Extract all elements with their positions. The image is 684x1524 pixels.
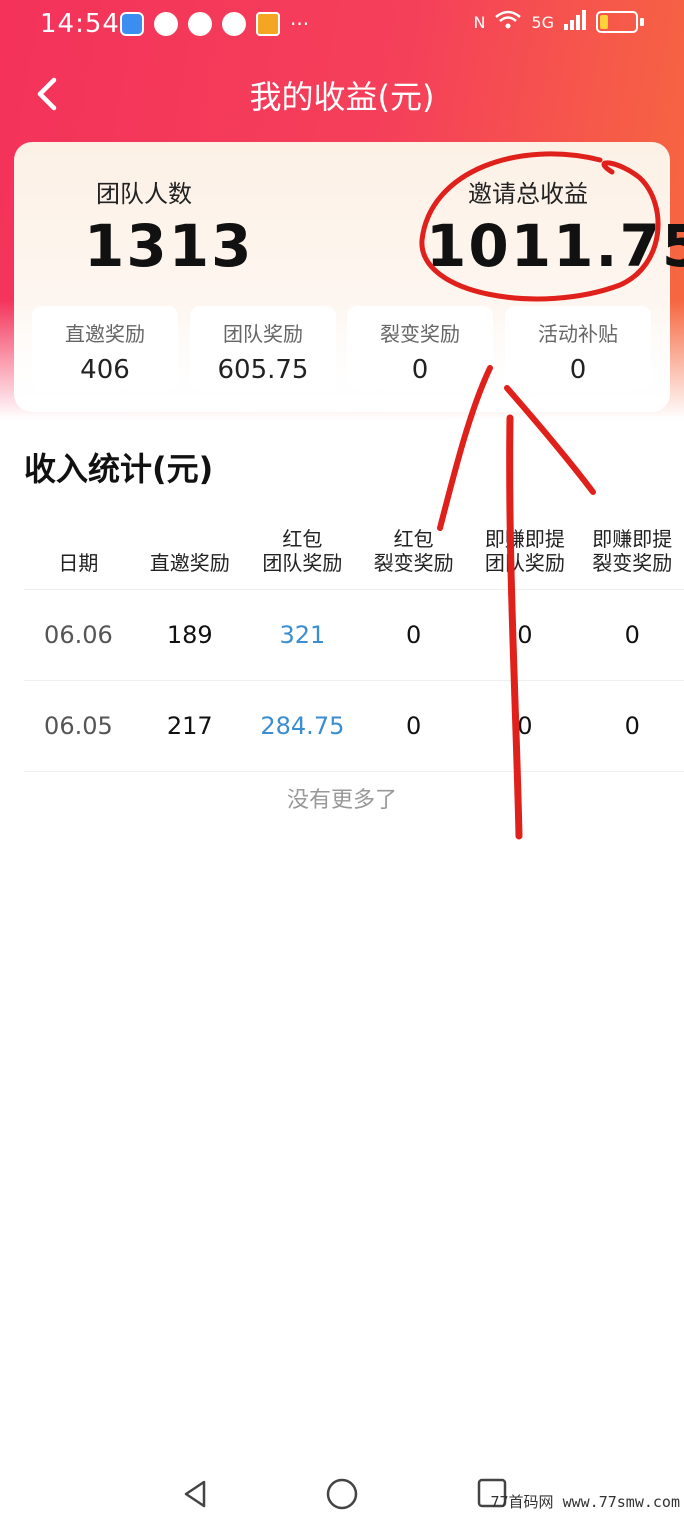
table-cell-link[interactable]: 321 [246,589,358,681]
team-count-value: 1313 [84,212,254,280]
reward-label: 直邀奖励 [65,322,145,346]
wifi-icon [495,10,522,34]
table-row: 06.05 217 284.75 0 0 0 [24,680,684,772]
nav-home-button[interactable] [322,1474,362,1514]
nav-back-button[interactable] [176,1474,216,1514]
circle-home-icon [326,1478,358,1510]
column-header: 红包 裂变奖励 [373,527,454,575]
browser-app-icon [120,12,144,36]
column-header: 即赚即提 裂变奖励 [592,527,673,575]
column-header: 红包 团队奖励 [262,527,343,575]
reward-value: 406 [80,355,130,385]
table-cell-link[interactable]: 284.75 [246,680,358,772]
system-icons: N 5G [473,10,644,34]
table-cell: 0 [580,680,684,772]
more-notifications-icon: ··· [290,12,310,36]
reward-value: 605.75 [217,355,309,385]
reward-label: 活动补贴 [538,322,618,346]
app-notification-icon [256,12,280,36]
reward-value: 0 [411,355,429,385]
column-header: 直邀奖励 [149,551,230,575]
income-stats-title: 收入统计(元) [24,450,214,488]
system-nav-bar: 77首码网 www.77smw.com [0,1474,684,1524]
table-cell: 217 [132,680,247,772]
status-bar: 14:54 ··· N 5G [0,0,684,52]
income-stats-table: 日期 直邀奖励 红包 团队奖励 红包 裂变奖励 即赚即提 团队奖励 即赚即提 裂变奖励 … [24,504,684,772]
table-cell: 0 [469,680,581,772]
status-time: 14:54 [40,9,120,39]
watermark-text: 77首码网 www.77smw.com [490,1493,681,1511]
network-type-label: 5G [531,12,554,32]
table-cell: 0 [357,680,470,772]
page-title: 我的收益(元) [249,78,435,116]
table-cell: 0 [357,589,470,681]
table-cell: 0 [469,589,581,681]
team-count-label: 团队人数 [96,180,192,208]
message-bubble-icon [222,12,246,36]
table-cell: 189 [132,589,247,681]
total-income-value: 1011.75 [426,212,684,280]
battery-icon [596,11,638,33]
nfc-icon: N [473,12,486,32]
column-header: 即赚即提 团队奖励 [484,527,565,575]
table-header-row: 日期 直邀奖励 红包 团队奖励 红包 裂变奖励 即赚即提 团队奖励 即赚即提 裂变奖励 [24,504,684,590]
triangle-back-icon [184,1480,206,1508]
total-income-label: 邀请总收益 [468,180,588,208]
reward-value: 0 [569,355,587,385]
no-more-text: 没有更多了 [286,788,397,813]
date-cell: 06.05 [24,680,133,772]
reward-fission-tile[interactable]: 裂变奖励 0 [347,306,493,390]
column-header: 日期 [58,551,99,575]
date-cell: 06.06 [24,589,133,681]
table-row: 06.06 189 321 0 0 0 [24,589,684,681]
reward-direct-tile[interactable]: 直邀奖励 406 [32,306,178,390]
reward-activity-tile[interactable]: 活动补贴 0 [505,306,651,390]
table-cell: 0 [580,589,684,681]
notification-icons: ··· [120,12,309,36]
battery-tip [640,18,644,26]
reward-label: 裂变奖励 [380,322,460,346]
reward-team-tile[interactable]: 团队奖励 605.75 [190,306,336,390]
reward-label: 团队奖励 [223,322,303,346]
signal-icon [564,10,586,34]
wechat-icon [188,12,212,36]
qq-icon [154,12,178,36]
